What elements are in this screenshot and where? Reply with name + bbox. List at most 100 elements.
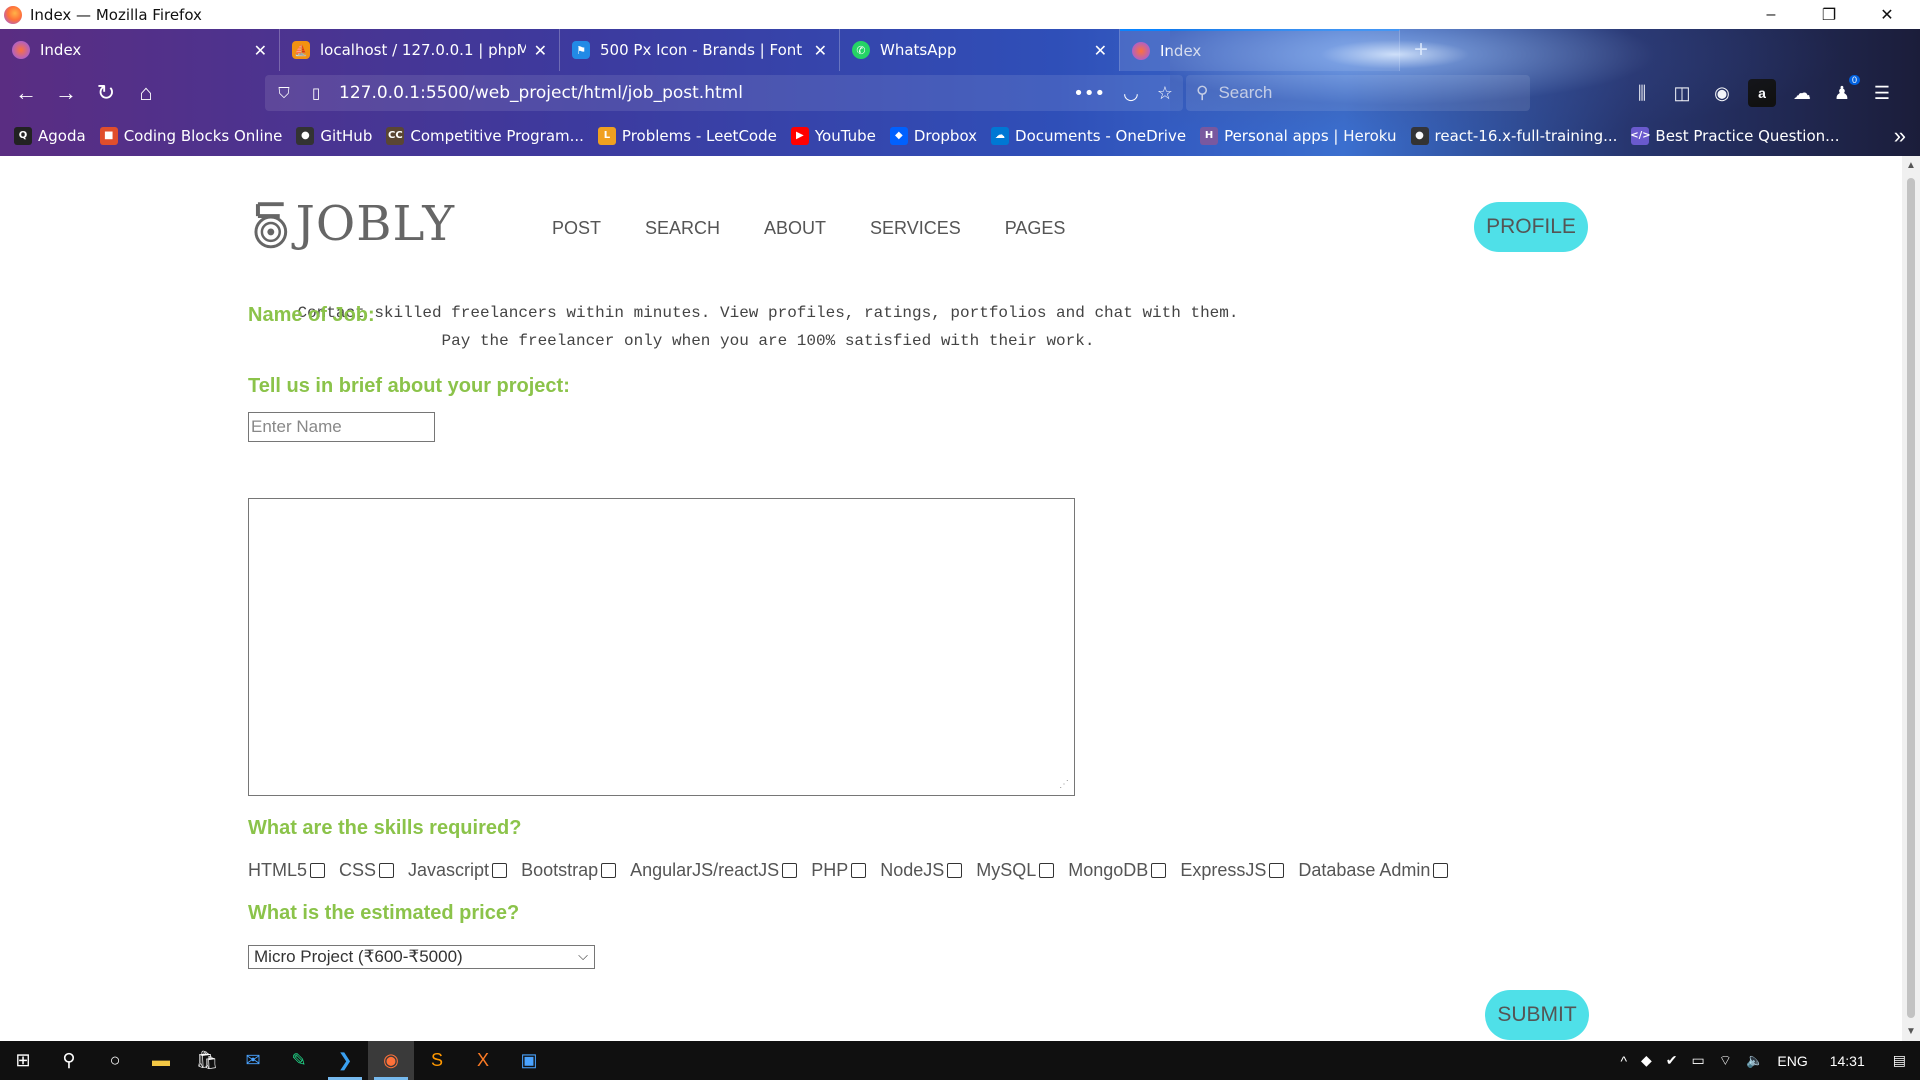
bookmarks-overflow-icon[interactable]: » (1894, 115, 1906, 156)
scroll-down-icon[interactable]: ▼ (1902, 1026, 1920, 1037)
tab-index-active[interactable]: Index (1120, 29, 1400, 71)
tab-whatsapp[interactable]: ✆ WhatsApp ✕ (840, 29, 1120, 71)
tab-index[interactable]: Index ✕ (0, 29, 280, 71)
minimize-button[interactable]: – (1742, 0, 1800, 29)
bookmark-item[interactable]: ◆ Dropbox (889, 126, 977, 145)
url-text[interactable]: 127.0.0.1:5500/web_project/html/job_post… (339, 83, 743, 103)
skill-checkbox[interactable] (947, 863, 963, 878)
bookmark-star-icon[interactable]: ☆ (1157, 83, 1173, 104)
skill-option[interactable]: Database Admin (1298, 860, 1449, 881)
close-window-button[interactable]: ✕ (1858, 0, 1916, 29)
page-scrollbar[interactable]: ▲ ▼ (1902, 156, 1920, 1041)
home-button[interactable]: ⌂ (126, 73, 166, 113)
page-info-icon[interactable]: ▯ (305, 84, 327, 102)
bookmark-item[interactable]: ▶ YouTube (790, 126, 876, 145)
file-explorer-icon[interactable]: ▬ (138, 1041, 184, 1080)
scroll-up-icon[interactable]: ▲ (1902, 160, 1920, 171)
skill-option[interactable]: PHP (811, 860, 867, 881)
page-actions-icon[interactable]: ••• (1073, 83, 1105, 104)
skill-checkbox[interactable] (492, 863, 508, 878)
skill-checkbox[interactable] (1269, 863, 1285, 878)
photos-icon[interactable]: ▣ (506, 1041, 552, 1080)
bookmark-item[interactable]: ☁ Documents - OneDrive (991, 126, 1186, 145)
bookmark-item[interactable]: ● react-16.x-full-training... (1410, 126, 1617, 145)
skill-option[interactable]: HTML5 (248, 860, 326, 881)
tab-close-icon[interactable]: ✕ (534, 41, 547, 60)
firefox-taskbar-icon[interactable]: ◉ (368, 1041, 414, 1080)
tab-fontawesome[interactable]: ⚑ 500 Px Icon - Brands | Font Awe ✕ (560, 29, 840, 71)
tab-phpmyadmin[interactable]: ⛵ localhost / 127.0.0.1 | phpMyAd ✕ (280, 29, 560, 71)
cortana-icon[interactable]: ○ (92, 1041, 138, 1080)
sync-tray-icon[interactable]: ✔ (1666, 1052, 1678, 1069)
skill-checkbox[interactable] (310, 863, 326, 878)
dropbox-tray-icon[interactable]: ◆ (1641, 1052, 1652, 1069)
clock[interactable]: 14:31 (1830, 1053, 1865, 1069)
library-icon[interactable]: ⫼ (1628, 79, 1656, 107)
bookmark-item[interactable]: </> Best Practice Question... (1630, 126, 1839, 145)
tracking-shield-icon[interactable]: ⛉ (273, 84, 295, 102)
price-select[interactable]: Micro Project (₹600-₹5000) ⌵ (248, 945, 595, 969)
reload-button[interactable]: ↻ (86, 73, 126, 113)
nav-services[interactable]: SERVICES (870, 218, 961, 239)
tab-close-icon[interactable]: ✕ (814, 41, 827, 60)
amazon-icon[interactable]: a (1748, 79, 1776, 107)
bookmark-item[interactable]: CC Competitive Program... (386, 126, 584, 145)
extension-badge-icon[interactable]: ♟ 0 (1828, 75, 1860, 107)
address-bar[interactable]: ⛉ ▯ 127.0.0.1:5500/web_project/html/job_… (265, 75, 1183, 111)
search-placeholder[interactable]: Search (1218, 83, 1272, 103)
skill-checkbox[interactable] (379, 863, 395, 878)
store-icon[interactable]: 🛍 (184, 1041, 230, 1080)
bookmark-item[interactable]: ■ Coding Blocks Online (99, 126, 282, 145)
skill-checkbox[interactable] (1039, 863, 1055, 878)
sidebar-icon[interactable]: ◫ (1668, 79, 1696, 107)
back-button[interactable]: ← (6, 73, 46, 113)
sublime-icon[interactable]: S (414, 1041, 460, 1080)
bookmark-item[interactable]: H Personal apps | Heroku (1200, 126, 1397, 145)
job-name-input[interactable] (248, 412, 435, 442)
pycharm-icon[interactable]: ✎ (276, 1041, 322, 1080)
xampp-icon[interactable]: X (460, 1041, 506, 1080)
pocket-icon[interactable]: ◡ (1123, 83, 1139, 104)
skill-checkbox[interactable] (782, 863, 798, 878)
start-icon[interactable]: ⊞ (0, 1041, 46, 1080)
search-icon[interactable]: ⚲ (46, 1041, 92, 1080)
skill-checkbox[interactable] (1151, 863, 1167, 878)
bookmark-item[interactable]: Q Agoda (14, 126, 86, 145)
tab-close-icon[interactable]: ✕ (1094, 41, 1107, 60)
tray-overflow-icon[interactable]: ^ (1620, 1053, 1627, 1069)
skill-option[interactable]: NodeJS (880, 860, 963, 881)
maximize-button[interactable]: ❐ (1800, 0, 1858, 29)
skill-checkbox[interactable] (851, 863, 867, 878)
skill-option[interactable]: ExpressJS (1180, 860, 1285, 881)
extension-cloud-icon[interactable]: ☁ (1788, 79, 1816, 107)
skill-option[interactable]: MySQL (976, 860, 1055, 881)
nav-pages[interactable]: PAGES (1005, 218, 1066, 239)
skill-checkbox[interactable] (601, 863, 617, 878)
tab-close-icon[interactable]: ✕ (254, 41, 267, 60)
bookmark-item[interactable]: L Problems - LeetCode (597, 126, 777, 145)
bookmark-item[interactable]: ● GitHub (296, 126, 372, 145)
mail-icon[interactable]: ✉ (230, 1041, 276, 1080)
account-icon[interactable]: ◉ (1708, 79, 1736, 107)
nav-search[interactable]: SEARCH (645, 218, 720, 239)
site-logo[interactable]: JOBLY (250, 196, 455, 252)
vscode-icon[interactable]: ❯ (322, 1041, 368, 1080)
project-brief-textarea[interactable] (248, 498, 1075, 796)
menu-icon[interactable]: ☰ (1868, 79, 1896, 107)
language-indicator[interactable]: ENG (1777, 1053, 1807, 1069)
skill-option[interactable]: MongoDB (1068, 860, 1167, 881)
skill-option[interactable]: Javascript (408, 860, 508, 881)
nav-about[interactable]: ABOUT (764, 218, 826, 239)
profile-button[interactable]: PROFILE (1474, 202, 1588, 252)
skill-option[interactable]: AngularJS/reactJS (630, 860, 798, 881)
skill-option[interactable]: CSS (339, 860, 395, 881)
skill-option[interactable]: Bootstrap (521, 860, 617, 881)
wifi-icon[interactable]: ⌔ (1719, 1052, 1732, 1070)
scrollbar-thumb[interactable] (1907, 178, 1915, 1018)
battery-icon[interactable]: ▭ (1692, 1052, 1705, 1069)
resize-grip-icon[interactable]: ⋰ (1059, 779, 1071, 791)
volume-icon[interactable]: 🔈 (1746, 1052, 1763, 1069)
submit-button[interactable]: SUBMIT (1485, 990, 1589, 1040)
search-bar[interactable]: ⚲ Search (1186, 75, 1530, 111)
nav-post[interactable]: POST (552, 218, 601, 239)
